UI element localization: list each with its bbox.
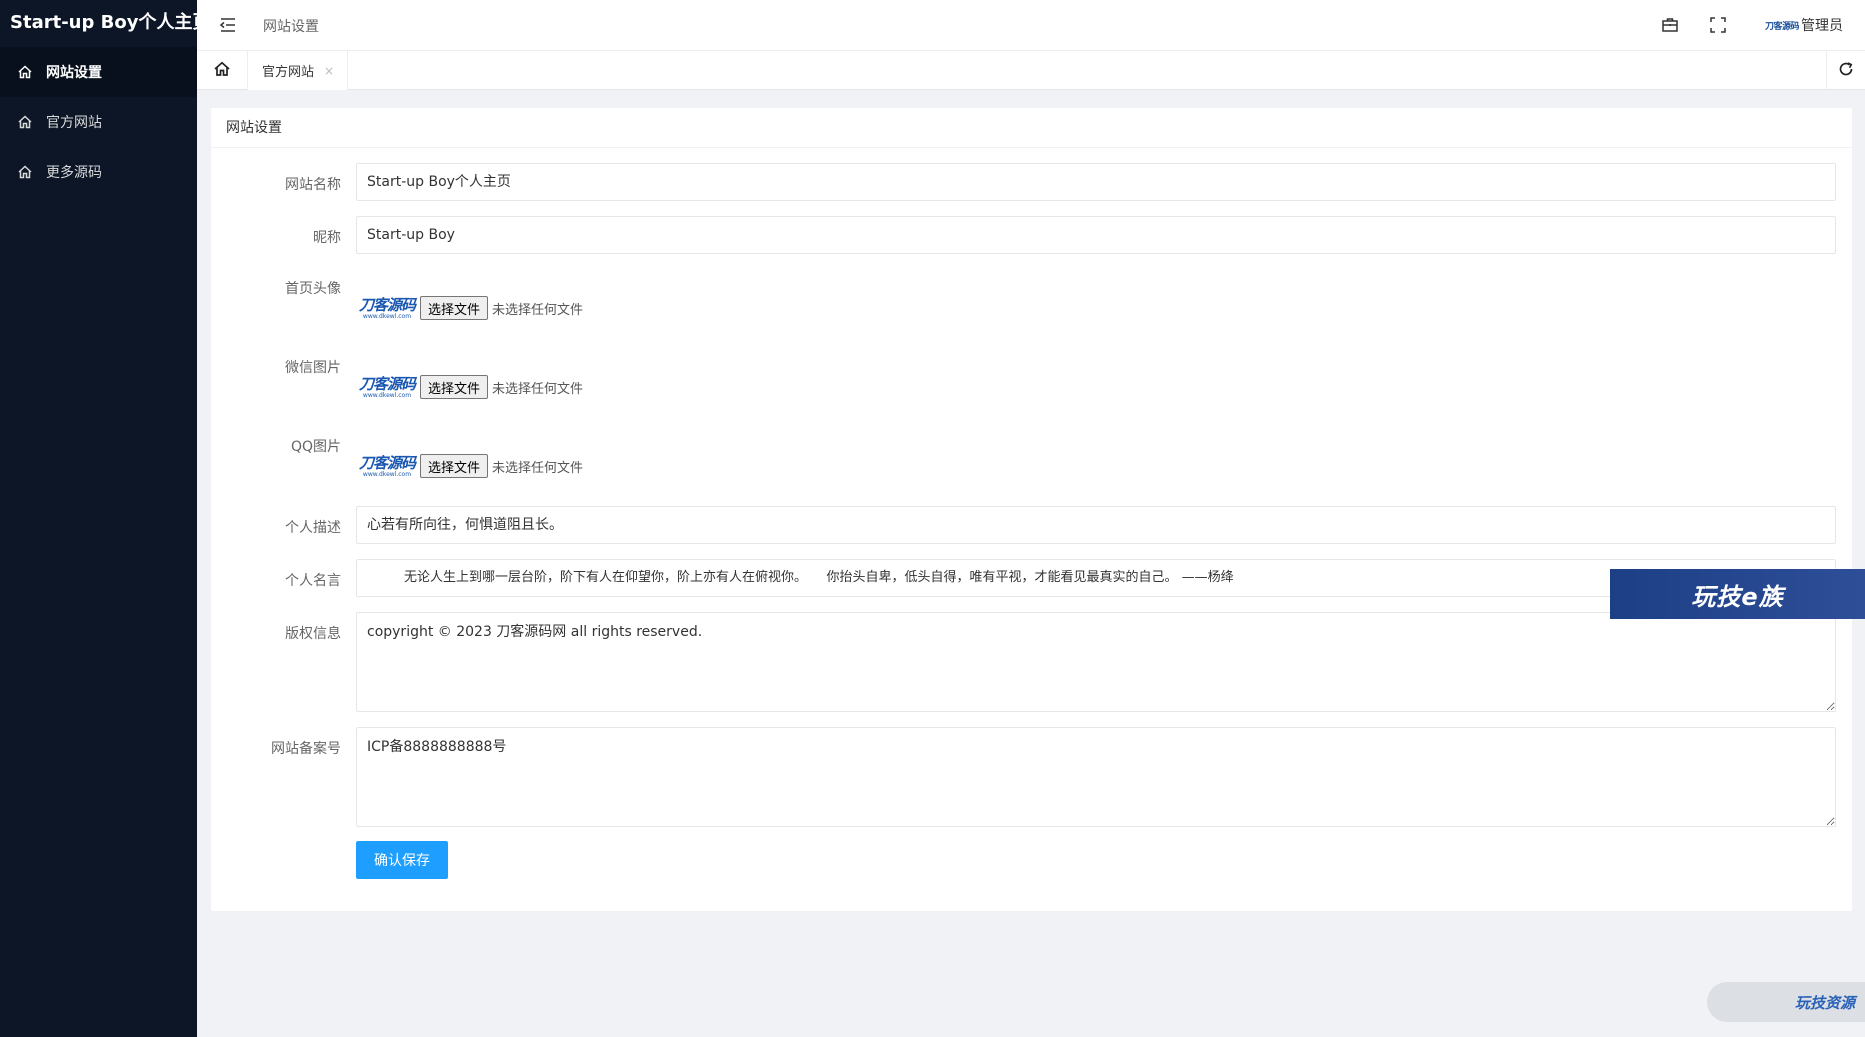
tab-home-button[interactable]: [197, 51, 248, 90]
description-input[interactable]: 心若有所向往，何惧道阻且长。: [356, 506, 1836, 544]
watermark-banner: 玩技e族: [1610, 569, 1865, 619]
qq-upload: 刀客源码 www.dkewl.com 选择文件 未选择任何文件: [356, 437, 583, 495]
nickname-label: 昵称: [313, 230, 341, 246]
icp-textarea[interactable]: ICP备8888888888号: [356, 727, 1836, 827]
tab-official-site[interactable]: 官方网站 ×: [248, 51, 348, 90]
sidebar-item-label: 更多源码: [46, 165, 102, 181]
admin-logo: 刀客源码: [1764, 21, 1800, 32]
wechat-upload: 刀客源码 www.dkewl.com 选择文件 未选择任何文件: [356, 358, 583, 416]
brand-title: Start-up Boy个人主页: [10, 12, 211, 33]
qq-label: QQ图片: [290, 439, 341, 455]
wechat-choose-file-button[interactable]: 选择文件: [420, 375, 489, 399]
copyright-label: 版权信息: [285, 626, 341, 642]
avatar-upload: 刀客源码 www.dkewl.com 选择文件 未选择任何文件: [356, 279, 583, 337]
qq-choose-file-button[interactable]: 选择文件: [420, 454, 489, 478]
card-title: 网站设置: [211, 108, 1852, 148]
copyright-textarea[interactable]: copyright © 2023 刀客源码网 all rights reserv…: [356, 612, 1836, 712]
icp-label: 网站备案号: [271, 741, 341, 757]
site-name-label: 网站名称: [285, 177, 341, 193]
avatar-file-status: 未选择任何文件: [492, 302, 584, 318]
home-icon: [214, 61, 230, 81]
tab-bar: 官方网站 ×: [197, 51, 1865, 90]
description-label: 个人描述: [285, 520, 341, 536]
menu-toggle-icon[interactable]: [219, 16, 237, 34]
watermark-pill: 玩技资源: [1707, 982, 1865, 1022]
fullscreen-icon[interactable]: [1709, 16, 1727, 34]
tab-label: 官方网站: [262, 65, 315, 80]
wechat-file-status: 未选择任何文件: [492, 381, 584, 397]
qq-thumbnail: 刀客源码 www.dkewl.com: [358, 453, 416, 478]
header-actions: 刀客源码 管理员: [1631, 12, 1843, 38]
top-header: 网站设置 刀客源码 管理员: [197, 0, 1865, 51]
sidebar-item-more-source[interactable]: 更多源码: [0, 147, 197, 197]
site-name-input[interactable]: Start-up Boy个人主页: [356, 163, 1836, 201]
admin-label: 管理员: [1801, 18, 1843, 34]
save-button[interactable]: 确认保存: [356, 841, 448, 879]
sidebar-item-label: 官方网站: [46, 115, 102, 131]
header-title: 网站设置: [263, 19, 319, 35]
home-icon: [18, 115, 32, 129]
sidebar: Start-up Boy个人主页 网站设置 官方网站 更多源码: [0, 0, 211, 1037]
briefcase-icon[interactable]: [1661, 16, 1679, 34]
wechat-label: 微信图片: [285, 360, 341, 376]
sidebar-item-site-settings[interactable]: 网站设置: [0, 47, 197, 97]
nickname-input[interactable]: Start-up Boy: [356, 216, 1836, 254]
motto-label: 个人名言: [285, 573, 341, 589]
sidebar-item-official-site[interactable]: 官方网站: [0, 97, 197, 147]
sidebar-item-label: 网站设置: [46, 65, 102, 81]
settings-card: 网站设置 网站名称 Start-up Boy个人主页 昵称 Start-up B…: [211, 108, 1852, 911]
home-icon: [18, 65, 32, 79]
avatar-label: 首页头像: [285, 281, 341, 297]
close-icon[interactable]: ×: [324, 64, 334, 78]
refresh-button[interactable]: [1826, 51, 1865, 90]
home-icon: [18, 165, 32, 179]
wechat-thumbnail: 刀客源码 www.dkewl.com: [358, 374, 416, 399]
refresh-icon: [1838, 61, 1854, 81]
qq-file-status: 未选择任何文件: [492, 460, 584, 476]
avatar-choose-file-button[interactable]: 选择文件: [420, 296, 489, 320]
avatar-thumbnail: 刀客源码 www.dkewl.com: [358, 295, 416, 320]
admin-menu[interactable]: 刀客源码 管理员: [1765, 15, 1843, 35]
